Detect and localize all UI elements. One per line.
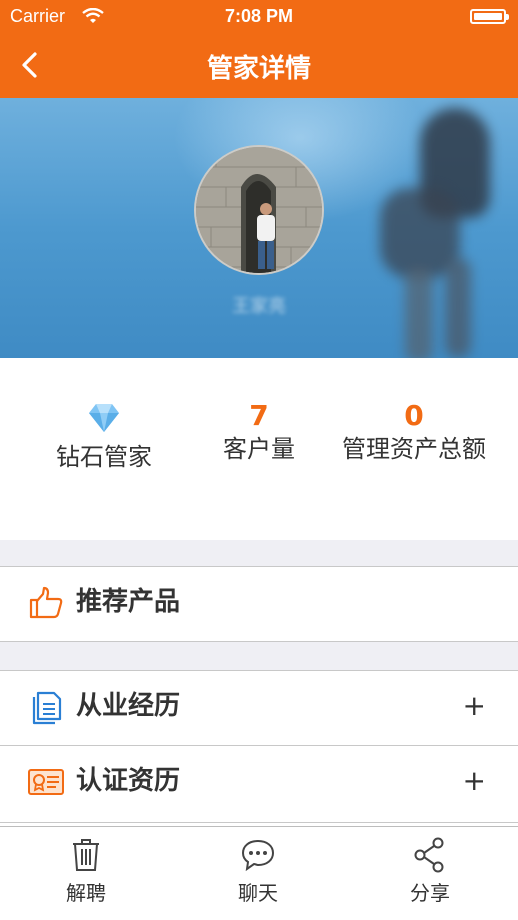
share-button[interactable]: 分享: [344, 837, 516, 906]
certification-row[interactable]: 认证资历 +: [0, 745, 518, 823]
stats-panel: 钻石管家 7 客户量 0 管理资产总额: [0, 358, 518, 540]
expand-experience-button[interactable]: +: [463, 689, 486, 723]
stat-assets-value: 0: [404, 399, 424, 432]
dismiss-button[interactable]: 解聘: [0, 837, 172, 906]
certification-label: 认证资历: [76, 766, 181, 796]
share-label: 分享: [410, 881, 450, 905]
stat-clients: 7 客户量: [173, 358, 345, 464]
expand-certification-button[interactable]: +: [463, 764, 486, 798]
status-bar: Carrier 7:08 PM: [0, 0, 518, 34]
section-separator: [0, 642, 518, 670]
chat-button[interactable]: 聊天: [172, 837, 344, 906]
experience-label: 从业经历: [76, 691, 181, 721]
battery-icon: [470, 9, 509, 24]
certificate-icon: [28, 769, 64, 795]
stat-assets: 0 管理资产总额: [328, 358, 500, 464]
stat-clients-label: 客户量: [223, 435, 295, 463]
page-title: 管家详情: [206, 54, 311, 84]
dismiss-label: 解聘: [66, 881, 106, 905]
avatar[interactable]: [194, 145, 324, 275]
status-time: 7:08 PM: [224, 6, 294, 26]
thumbs-up-icon: [29, 586, 63, 619]
stat-level: 钻石管家: [18, 358, 190, 472]
recommend-products-row[interactable]: 推荐产品: [0, 566, 518, 642]
document-icon: [32, 691, 62, 725]
manager-name: 王家亮: [232, 296, 286, 317]
stat-clients-value: 7: [249, 399, 269, 432]
section-separator: [0, 540, 518, 566]
stat-assets-label: 管理资产总额: [342, 435, 486, 463]
experience-row[interactable]: 从业经历 +: [0, 670, 518, 746]
share-icon: [414, 837, 444, 873]
bottom-tab-bar: 解聘 聊天 分享: [0, 826, 518, 920]
recommend-products-label: 推荐产品: [76, 587, 181, 617]
diamond-icon: [89, 404, 119, 432]
avatar-photo: [196, 147, 322, 273]
trash-icon: [73, 839, 99, 871]
stat-level-label: 钻石管家: [56, 443, 152, 471]
chat-icon: [241, 839, 275, 872]
chat-label: 聊天: [238, 881, 278, 905]
